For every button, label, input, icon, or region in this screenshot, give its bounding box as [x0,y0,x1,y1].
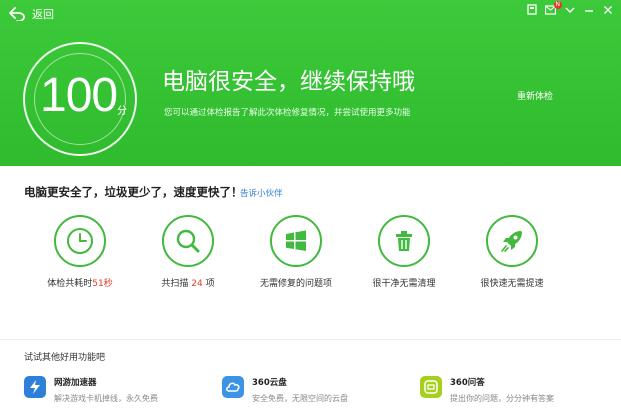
section-divider [0,339,621,340]
feature-game-accelerator[interactable]: 网游加速器 解决游戏卡机掉线，永久免费 [24,376,158,406]
feature-name: 360云盘 [252,378,287,388]
result-banner: 返回 N 100 分 电脑很安全，继续保持哦 您可以通过体检报告了解此次体检修复… [0,0,621,166]
summary-headline: 电脑更安全了，垃圾更少了，速度更快了！ [24,185,243,199]
stat-label: 很干净无需清理 [372,279,436,289]
stat-label: 体检共耗时51秒 [47,279,113,289]
stat-label: 很快速无需提速 [480,279,544,289]
minimize-icon [584,9,593,12]
feature-desc: 安全免费，无限空间的云盘 [252,394,348,403]
question-icon [420,376,442,398]
message-button[interactable]: N [543,1,562,17]
skin-button[interactable] [524,2,539,17]
stat-duration: 体检共耗时51秒 [25,215,135,289]
lightning-icon [24,376,46,398]
feature-name: 网游加速器 [54,378,97,388]
stats-row: 体检共耗时51秒 共扫描 24 项 无需修复的问题项 很干净无需清理 很快速无需… [0,215,621,295]
back-arrow-icon [8,5,26,23]
minimize-button[interactable] [581,2,596,17]
score-value: 100 [40,69,118,122]
window-controls: N [524,1,615,17]
back-label: 返回 [32,8,54,21]
close-button[interactable] [600,2,615,17]
feature-desc: 提出你的问题，分分钟有答案 [450,394,554,403]
magnifier-icon [162,215,214,267]
cloud-icon [222,376,244,398]
stat-speed: 很快速无需提速 [457,215,567,289]
rocket-icon [486,215,538,267]
share-link[interactable]: 告诉小伙伴 [240,187,283,199]
feature-desc: 解决游戏卡机掉线，永久免费 [54,394,158,403]
stat-repair: 无需修复的问题项 [241,215,351,289]
close-icon [603,5,612,14]
recheck-button[interactable]: 重新体检 [517,89,553,102]
trash-icon [378,215,430,267]
score-unit: 分 [117,106,127,117]
result-subtitle: 您可以通过体检报告了解此次体检修复情况，并尝试使用更多功能 [164,108,411,118]
message-badge: N [553,1,562,9]
stat-scanned: 共扫描 24 项 [133,215,243,289]
menu-button[interactable] [562,2,577,17]
stat-label: 共扫描 24 项 [161,279,215,289]
result-title: 电脑很安全，继续保持哦 [162,69,415,95]
stat-clean: 很干净无需清理 [349,215,459,289]
feature-name: 360问答 [450,378,485,388]
features-title: 试试其他好用功能吧 [24,353,106,363]
skin-icon [526,4,537,15]
menu-icon [565,7,574,13]
stat-label: 无需修复的问题项 [259,279,332,289]
back-button[interactable]: 返回 [8,5,54,23]
clock-icon [54,215,106,267]
feature-qa[interactable]: 360问答 提出你的问题，分分钟有答案 [420,376,554,406]
windows-icon [270,215,322,267]
feature-cloud-drive[interactable]: 360云盘 安全免费，无限空间的云盘 [222,376,348,406]
